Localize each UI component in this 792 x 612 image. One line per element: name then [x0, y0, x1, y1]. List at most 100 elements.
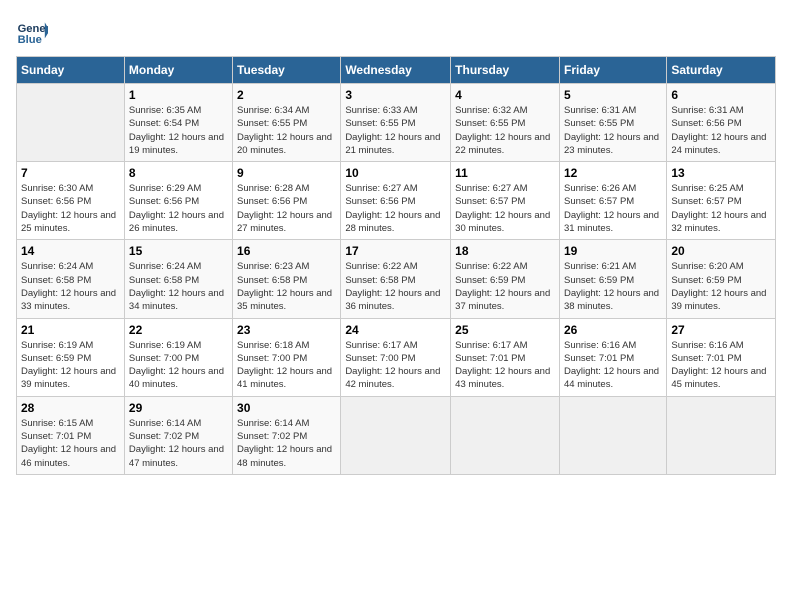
- day-number: 21: [21, 323, 120, 337]
- day-cell: 23 Sunrise: 6:18 AM Sunset: 7:00 PM Dayl…: [233, 318, 341, 396]
- day-number: 20: [671, 244, 771, 258]
- logo: General Blue: [16, 16, 52, 48]
- day-cell: 15 Sunrise: 6:24 AM Sunset: 6:58 PM Dayl…: [124, 240, 232, 318]
- day-info: Sunrise: 6:19 AM Sunset: 6:59 PM Dayligh…: [21, 339, 120, 392]
- day-info: Sunrise: 6:33 AM Sunset: 6:55 PM Dayligh…: [345, 104, 446, 157]
- header-cell-tuesday: Tuesday: [233, 57, 341, 84]
- day-number: 28: [21, 401, 120, 415]
- day-cell: 1 Sunrise: 6:35 AM Sunset: 6:54 PM Dayli…: [124, 84, 232, 162]
- day-number: 14: [21, 244, 120, 258]
- day-number: 1: [129, 88, 228, 102]
- day-cell: 4 Sunrise: 6:32 AM Sunset: 6:55 PM Dayli…: [451, 84, 560, 162]
- day-info: Sunrise: 6:35 AM Sunset: 6:54 PM Dayligh…: [129, 104, 228, 157]
- svg-text:Blue: Blue: [18, 34, 42, 46]
- day-info: Sunrise: 6:17 AM Sunset: 7:00 PM Dayligh…: [345, 339, 446, 392]
- day-info: Sunrise: 6:22 AM Sunset: 6:58 PM Dayligh…: [345, 260, 446, 313]
- header-cell-friday: Friday: [559, 57, 666, 84]
- day-cell: [559, 396, 666, 474]
- day-number: 13: [671, 166, 771, 180]
- day-info: Sunrise: 6:14 AM Sunset: 7:02 PM Dayligh…: [237, 417, 336, 470]
- day-cell: 2 Sunrise: 6:34 AM Sunset: 6:55 PM Dayli…: [233, 84, 341, 162]
- day-info: Sunrise: 6:32 AM Sunset: 6:55 PM Dayligh…: [455, 104, 555, 157]
- day-info: Sunrise: 6:18 AM Sunset: 7:00 PM Dayligh…: [237, 339, 336, 392]
- day-number: 12: [564, 166, 662, 180]
- week-row-4: 21 Sunrise: 6:19 AM Sunset: 6:59 PM Dayl…: [17, 318, 776, 396]
- day-number: 22: [129, 323, 228, 337]
- day-info: Sunrise: 6:27 AM Sunset: 6:57 PM Dayligh…: [455, 182, 555, 235]
- day-number: 19: [564, 244, 662, 258]
- day-cell: 16 Sunrise: 6:23 AM Sunset: 6:58 PM Dayl…: [233, 240, 341, 318]
- day-number: 5: [564, 88, 662, 102]
- day-number: 29: [129, 401, 228, 415]
- day-cell: 29 Sunrise: 6:14 AM Sunset: 7:02 PM Dayl…: [124, 396, 232, 474]
- day-cell: 22 Sunrise: 6:19 AM Sunset: 7:00 PM Dayl…: [124, 318, 232, 396]
- week-row-1: 1 Sunrise: 6:35 AM Sunset: 6:54 PM Dayli…: [17, 84, 776, 162]
- header-cell-saturday: Saturday: [667, 57, 776, 84]
- day-info: Sunrise: 6:20 AM Sunset: 6:59 PM Dayligh…: [671, 260, 771, 313]
- day-cell: 11 Sunrise: 6:27 AM Sunset: 6:57 PM Dayl…: [451, 162, 560, 240]
- day-number: 2: [237, 88, 336, 102]
- day-number: 7: [21, 166, 120, 180]
- header-row: SundayMondayTuesdayWednesdayThursdayFrid…: [17, 57, 776, 84]
- day-info: Sunrise: 6:25 AM Sunset: 6:57 PM Dayligh…: [671, 182, 771, 235]
- day-number: 26: [564, 323, 662, 337]
- header-cell-monday: Monday: [124, 57, 232, 84]
- day-cell: 9 Sunrise: 6:28 AM Sunset: 6:56 PM Dayli…: [233, 162, 341, 240]
- header-cell-thursday: Thursday: [451, 57, 560, 84]
- day-info: Sunrise: 6:31 AM Sunset: 6:55 PM Dayligh…: [564, 104, 662, 157]
- day-cell: 7 Sunrise: 6:30 AM Sunset: 6:56 PM Dayli…: [17, 162, 125, 240]
- day-info: Sunrise: 6:27 AM Sunset: 6:56 PM Dayligh…: [345, 182, 446, 235]
- week-row-3: 14 Sunrise: 6:24 AM Sunset: 6:58 PM Dayl…: [17, 240, 776, 318]
- day-number: 25: [455, 323, 555, 337]
- day-number: 27: [671, 323, 771, 337]
- day-number: 17: [345, 244, 446, 258]
- day-cell: 8 Sunrise: 6:29 AM Sunset: 6:56 PM Dayli…: [124, 162, 232, 240]
- day-cell: 30 Sunrise: 6:14 AM Sunset: 7:02 PM Dayl…: [233, 396, 341, 474]
- day-info: Sunrise: 6:21 AM Sunset: 6:59 PM Dayligh…: [564, 260, 662, 313]
- day-cell: 20 Sunrise: 6:20 AM Sunset: 6:59 PM Dayl…: [667, 240, 776, 318]
- day-cell: 6 Sunrise: 6:31 AM Sunset: 6:56 PM Dayli…: [667, 84, 776, 162]
- day-cell: [451, 396, 560, 474]
- day-number: 30: [237, 401, 336, 415]
- svg-text:General: General: [18, 23, 48, 35]
- header-cell-sunday: Sunday: [17, 57, 125, 84]
- day-info: Sunrise: 6:16 AM Sunset: 7:01 PM Dayligh…: [564, 339, 662, 392]
- day-cell: 25 Sunrise: 6:17 AM Sunset: 7:01 PM Dayl…: [451, 318, 560, 396]
- day-info: Sunrise: 6:28 AM Sunset: 6:56 PM Dayligh…: [237, 182, 336, 235]
- day-info: Sunrise: 6:14 AM Sunset: 7:02 PM Dayligh…: [129, 417, 228, 470]
- day-cell: 10 Sunrise: 6:27 AM Sunset: 6:56 PM Dayl…: [341, 162, 451, 240]
- day-cell: 12 Sunrise: 6:26 AM Sunset: 6:57 PM Dayl…: [559, 162, 666, 240]
- header-cell-wednesday: Wednesday: [341, 57, 451, 84]
- calendar-table: SundayMondayTuesdayWednesdayThursdayFrid…: [16, 56, 776, 475]
- day-number: 23: [237, 323, 336, 337]
- day-info: Sunrise: 6:24 AM Sunset: 6:58 PM Dayligh…: [129, 260, 228, 313]
- day-number: 16: [237, 244, 336, 258]
- day-info: Sunrise: 6:23 AM Sunset: 6:58 PM Dayligh…: [237, 260, 336, 313]
- day-cell: 24 Sunrise: 6:17 AM Sunset: 7:00 PM Dayl…: [341, 318, 451, 396]
- day-cell: 26 Sunrise: 6:16 AM Sunset: 7:01 PM Dayl…: [559, 318, 666, 396]
- day-info: Sunrise: 6:30 AM Sunset: 6:56 PM Dayligh…: [21, 182, 120, 235]
- day-info: Sunrise: 6:26 AM Sunset: 6:57 PM Dayligh…: [564, 182, 662, 235]
- day-info: Sunrise: 6:29 AM Sunset: 6:56 PM Dayligh…: [129, 182, 228, 235]
- day-cell: 21 Sunrise: 6:19 AM Sunset: 6:59 PM Dayl…: [17, 318, 125, 396]
- day-cell: [17, 84, 125, 162]
- day-info: Sunrise: 6:31 AM Sunset: 6:56 PM Dayligh…: [671, 104, 771, 157]
- day-cell: 13 Sunrise: 6:25 AM Sunset: 6:57 PM Dayl…: [667, 162, 776, 240]
- day-cell: 5 Sunrise: 6:31 AM Sunset: 6:55 PM Dayli…: [559, 84, 666, 162]
- day-info: Sunrise: 6:16 AM Sunset: 7:01 PM Dayligh…: [671, 339, 771, 392]
- week-row-2: 7 Sunrise: 6:30 AM Sunset: 6:56 PM Dayli…: [17, 162, 776, 240]
- day-cell: [667, 396, 776, 474]
- day-number: 3: [345, 88, 446, 102]
- day-number: 15: [129, 244, 228, 258]
- day-info: Sunrise: 6:19 AM Sunset: 7:00 PM Dayligh…: [129, 339, 228, 392]
- day-info: Sunrise: 6:24 AM Sunset: 6:58 PM Dayligh…: [21, 260, 120, 313]
- day-cell: 27 Sunrise: 6:16 AM Sunset: 7:01 PM Dayl…: [667, 318, 776, 396]
- page-header: General Blue: [16, 16, 776, 48]
- day-cell: 18 Sunrise: 6:22 AM Sunset: 6:59 PM Dayl…: [451, 240, 560, 318]
- day-cell: 28 Sunrise: 6:15 AM Sunset: 7:01 PM Dayl…: [17, 396, 125, 474]
- day-info: Sunrise: 6:15 AM Sunset: 7:01 PM Dayligh…: [21, 417, 120, 470]
- logo-icon: General Blue: [16, 16, 48, 48]
- day-number: 11: [455, 166, 555, 180]
- day-cell: 19 Sunrise: 6:21 AM Sunset: 6:59 PM Dayl…: [559, 240, 666, 318]
- day-info: Sunrise: 6:22 AM Sunset: 6:59 PM Dayligh…: [455, 260, 555, 313]
